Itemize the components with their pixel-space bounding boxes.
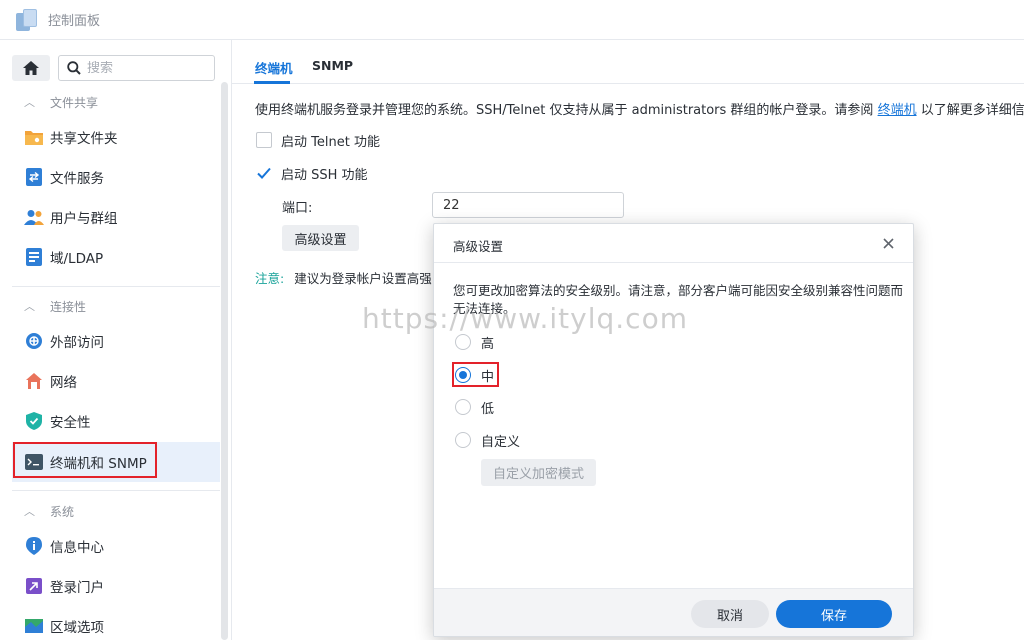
- ssh-checkbox-row[interactable]: 启动 SSH 功能: [256, 163, 368, 183]
- section-label: 系统: [50, 504, 75, 519]
- ssh-label: 启动 SSH 功能: [281, 167, 368, 183]
- folder-share-icon: [24, 127, 44, 147]
- sidebar-item-shared-folder[interactable]: 共享文件夹: [12, 117, 220, 157]
- advanced-settings-dialog: 高级设置 您可更改加密算法的安全级别。请注意，部分客户端可能因安全级别兼容性问题…: [433, 223, 914, 637]
- home-button[interactable]: [12, 55, 50, 81]
- sidebar-item-label: 网络: [50, 375, 77, 391]
- sidebar-scrollbar[interactable]: [221, 82, 228, 640]
- radio-option-high[interactable]: 高: [455, 332, 494, 352]
- radio-label: 自定义: [481, 434, 521, 450]
- close-button[interactable]: [878, 233, 898, 253]
- section-header-file-sharing[interactable]: ︿ 文件共享: [24, 92, 98, 112]
- section-divider: [12, 490, 220, 491]
- search-box[interactable]: [58, 55, 215, 81]
- window-title: 控制面板: [48, 14, 101, 29]
- highlight-annotation-box: [452, 362, 499, 387]
- description-text-end: 以了解更多详细信息。: [920, 103, 1024, 118]
- terminal-description: 使用终端机服务登录并管理您的系统。SSH/Telnet 仅支持从属于 admin…: [255, 99, 1024, 118]
- sidebar-item-label: 共享文件夹: [50, 131, 118, 147]
- regional-map-icon: [24, 616, 44, 636]
- sidebar-item-label: 信息中心: [50, 540, 104, 556]
- ssh-checkbox[interactable]: [256, 165, 272, 181]
- dialog-header: 高级设置: [434, 224, 913, 263]
- radio-label: 低: [481, 401, 495, 417]
- sidebar-item-label: 域/LDAP: [50, 251, 104, 267]
- telnet-label: 启动 Telnet 功能: [281, 134, 380, 150]
- save-button[interactable]: 保存: [776, 600, 892, 628]
- sidebar-item-network[interactable]: 网络: [12, 361, 220, 401]
- description-text: 使用终端机服务登录并管理您的系统。SSH/Telnet 仅支持从属于 admin…: [255, 103, 878, 118]
- users-icon: [24, 207, 44, 227]
- tab-terminal[interactable]: 终端机: [255, 58, 293, 77]
- note-text: 建议为登录帐户设置高强: [294, 271, 432, 286]
- custom-cipher-mode-button[interactable]: 自定义加密模式: [481, 459, 596, 486]
- note-label: 注意:: [255, 271, 285, 286]
- highlight-annotation-box: [13, 442, 157, 478]
- control-panel-icon: [16, 8, 38, 31]
- radio-button[interactable]: [455, 334, 471, 350]
- search-input[interactable]: [87, 60, 197, 76]
- file-services-icon: [24, 167, 44, 187]
- login-portal-icon: [24, 576, 44, 596]
- sidebar-item-label: 安全性: [50, 415, 91, 431]
- sidebar-item-file-services[interactable]: 文件服务: [12, 157, 220, 197]
- sidebar-item-info-center[interactable]: 信息中心: [12, 526, 220, 566]
- sidebar-item-external-access[interactable]: 外部访问: [12, 321, 220, 361]
- tab-bar: 终端机 SNMP: [232, 40, 1024, 84]
- radio-button[interactable]: [455, 399, 471, 415]
- active-tab-indicator: [254, 81, 290, 84]
- info-icon: [24, 536, 44, 556]
- shield-icon: [24, 411, 44, 431]
- sidebar-item-label: 文件服务: [50, 171, 104, 187]
- close-icon: [882, 237, 894, 249]
- tab-snmp[interactable]: SNMP: [312, 58, 353, 73]
- security-note: 注意: 建议为登录帐户设置高强: [255, 268, 432, 287]
- sidebar-item-label: 用户与群组: [50, 211, 118, 227]
- section-header-system[interactable]: ︿ 系统: [24, 501, 74, 521]
- search-icon: [67, 61, 81, 75]
- home-icon: [23, 61, 39, 75]
- terminal-help-link[interactable]: 终端机: [878, 103, 917, 118]
- section-label: 文件共享: [50, 95, 99, 110]
- chevron-up-icon: ︿: [24, 300, 35, 313]
- radio-button[interactable]: [455, 432, 471, 448]
- sidebar-item-label: 外部访问: [50, 335, 104, 351]
- window-titlebar: 控制面板: [0, 0, 1024, 40]
- cancel-button[interactable]: 取消: [691, 600, 769, 628]
- sidebar-item-login-portal[interactable]: 登录门户: [12, 566, 220, 606]
- section-divider: [12, 286, 220, 287]
- section-label: 连接性: [50, 299, 87, 314]
- radio-option-custom[interactable]: 自定义: [455, 430, 520, 450]
- external-access-icon: [24, 331, 44, 351]
- domain-ldap-icon: [24, 247, 44, 267]
- sidebar-item-label: 区域选项: [50, 620, 104, 636]
- checkmark-icon: [257, 167, 271, 179]
- chevron-up-icon: ︿: [24, 96, 35, 109]
- port-input[interactable]: [432, 192, 624, 218]
- sidebar-item-users-groups[interactable]: 用户与群组: [12, 197, 220, 237]
- sidebar-item-domain-ldap[interactable]: 域/LDAP: [12, 237, 220, 277]
- sidebar-item-security[interactable]: 安全性: [12, 401, 220, 441]
- dialog-title: 高级设置: [453, 239, 504, 254]
- dialog-footer: 取消 保存: [434, 588, 913, 636]
- dialog-description: 您可更改加密算法的安全级别。请注意，部分客户端可能因安全级别兼容性问题而无法连接…: [453, 283, 904, 316]
- sidebar-item-regional-options[interactable]: 区域选项: [12, 606, 220, 640]
- port-label: 端口:: [282, 201, 313, 216]
- radio-label: 高: [481, 336, 495, 352]
- radio-option-low[interactable]: 低: [455, 397, 494, 417]
- chevron-up-icon: ︿: [24, 505, 35, 518]
- section-header-connectivity[interactable]: ︿ 连接性: [24, 296, 86, 316]
- network-house-icon: [24, 371, 44, 391]
- advanced-settings-button[interactable]: 高级设置: [282, 225, 359, 251]
- sidebar: ︿ 文件共享 共享文件夹 文件服务 用户与群组 域/LDAP ︿ 连接性 外部访…: [0, 40, 232, 640]
- telnet-checkbox[interactable]: [256, 132, 272, 148]
- telnet-checkbox-row[interactable]: 启动 Telnet 功能: [256, 130, 380, 150]
- sidebar-item-label: 登录门户: [50, 580, 104, 596]
